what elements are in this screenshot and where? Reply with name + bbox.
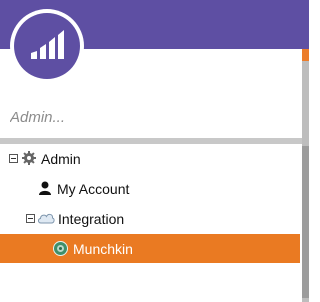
tree-scrollbar[interactable] (302, 61, 309, 302)
search-input[interactable] (0, 105, 310, 129)
tree-item-my-account[interactable]: My Account (0, 174, 300, 203)
tree-item-label: Integration (58, 211, 125, 227)
scrollbar-thumb[interactable] (302, 146, 309, 298)
logo-disc (14, 13, 80, 79)
tree-item-label: Munchkin (73, 241, 133, 257)
person-icon (39, 181, 51, 195)
gear-icon (22, 151, 36, 165)
tree-item-munchkin[interactable]: Munchkin (0, 234, 300, 263)
collapse-toggle-icon[interactable] (9, 154, 18, 163)
tree-item-integration[interactable]: Integration (0, 204, 300, 233)
app-logo[interactable] (10, 9, 84, 83)
munchkin-icon (53, 241, 68, 256)
tree-item-label: Admin (41, 151, 81, 167)
marketo-bars-icon (31, 30, 64, 59)
scrollbar-accent (302, 49, 309, 61)
cloud-icon (38, 213, 55, 224)
tree-item-admin[interactable]: Admin (0, 144, 300, 173)
tree-item-label: My Account (57, 181, 130, 197)
collapse-toggle-icon[interactable] (26, 214, 35, 223)
